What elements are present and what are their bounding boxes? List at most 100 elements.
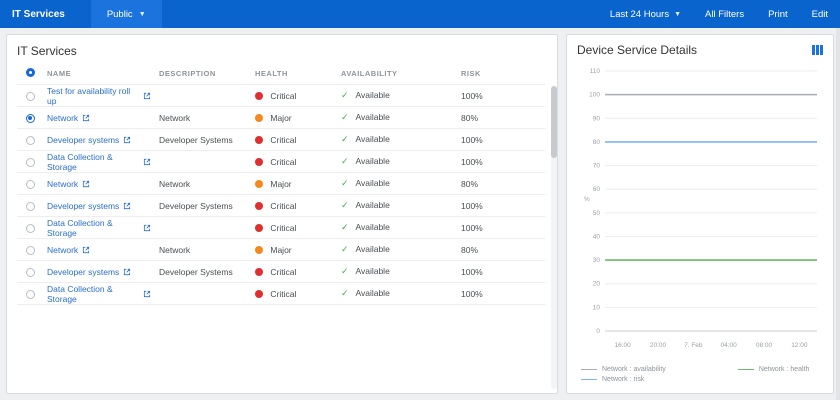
column-header-availability[interactable]: Availability xyxy=(337,62,457,85)
legend-item[interactable]: Network : health xyxy=(737,366,809,373)
svg-text:110: 110 xyxy=(590,68,601,75)
table-row[interactable]: Network Network Major ✓ Available 80% xyxy=(17,106,545,129)
print-button[interactable]: Print xyxy=(756,0,800,28)
health-label: Critical xyxy=(270,90,297,101)
risk-value: 100% xyxy=(457,216,545,239)
row-radio[interactable] xyxy=(25,135,35,145)
legend-swatch xyxy=(581,379,597,380)
health-status-icon xyxy=(255,157,263,166)
table-scrollbar[interactable] xyxy=(551,86,557,389)
column-header-health[interactable]: Health xyxy=(251,62,337,85)
legend-swatch xyxy=(737,369,754,370)
chart-legend: Network : availability Network : risk Netw… xyxy=(577,366,823,383)
row-radio[interactable] xyxy=(25,289,35,299)
risk-value: 80% xyxy=(457,172,545,195)
availability-label: Available xyxy=(355,200,390,210)
table-row[interactable]: Data Collection & Storage Critical ✓ Ava… xyxy=(17,216,545,239)
health-label: Critical xyxy=(270,200,297,211)
external-link-icon xyxy=(124,136,131,143)
svg-text:80: 80 xyxy=(593,139,601,146)
external-link-icon xyxy=(83,114,90,121)
service-link[interactable]: Developer systems xyxy=(47,267,131,277)
table-row[interactable]: Network Network Major ✓ Available 80% xyxy=(17,172,545,195)
all-filters-button[interactable]: All Filters xyxy=(693,0,756,28)
svg-text:10: 10 xyxy=(593,304,601,311)
table-row[interactable]: Data Collection & Storage Critical ✓ Ava… xyxy=(17,282,545,305)
svg-text:100: 100 xyxy=(589,92,600,99)
availability-label: Available xyxy=(355,134,390,144)
table-row[interactable]: Test for availability roll up Critical ✓… xyxy=(17,84,545,107)
external-link-icon xyxy=(143,290,151,297)
table-row[interactable]: Data Collection & Storage Critical ✓ Ava… xyxy=(17,150,545,173)
health-label: Major xyxy=(270,244,292,255)
grid-icon[interactable] xyxy=(812,45,823,55)
table-row[interactable]: Developer systems Developer Systems Crit… xyxy=(17,260,545,283)
service-link[interactable]: Data Collection & Storage xyxy=(47,284,151,304)
health-status-icon xyxy=(255,113,263,122)
svg-text:70: 70 xyxy=(593,163,601,170)
service-description: Developer Systems xyxy=(155,260,251,283)
row-radio[interactable] xyxy=(25,267,35,277)
availability-label: Available xyxy=(355,90,390,100)
check-icon: ✓ xyxy=(341,266,349,276)
service-link[interactable]: Developer systems xyxy=(47,135,131,145)
row-radio[interactable] xyxy=(25,201,35,211)
check-icon: ✓ xyxy=(341,134,349,144)
column-header-name[interactable]: Name xyxy=(43,62,155,85)
table-header-row: Name Description Health Availability Ris… xyxy=(17,62,545,85)
risk-value: 100% xyxy=(457,282,545,305)
legend-label: Network : availability xyxy=(602,366,666,373)
service-link[interactable]: Data Collection & Storage xyxy=(47,152,151,172)
health-status-icon xyxy=(255,267,263,276)
svg-text:90: 90 xyxy=(593,115,601,122)
service-description xyxy=(155,150,251,173)
row-radio[interactable] xyxy=(25,245,35,255)
health-label: Critical xyxy=(270,156,297,167)
svg-text:%: % xyxy=(584,196,590,203)
row-radio[interactable] xyxy=(25,179,35,189)
check-icon: ✓ xyxy=(341,156,349,166)
visibility-dropdown[interactable]: Public ▼ xyxy=(90,0,162,28)
column-header-description[interactable]: Description xyxy=(155,62,251,85)
row-radio[interactable] xyxy=(25,91,35,101)
legend-item[interactable]: Network : availability xyxy=(581,366,666,373)
service-name: Test for availability roll up xyxy=(47,85,131,106)
svg-text:40: 40 xyxy=(593,233,601,240)
edit-button[interactable]: Edit xyxy=(800,0,840,28)
service-link[interactable]: Network xyxy=(47,245,90,255)
service-link[interactable]: Network xyxy=(47,113,90,123)
table-row[interactable]: Developer systems Developer Systems Crit… xyxy=(17,128,545,151)
legend-item[interactable]: Network : risk xyxy=(581,376,666,383)
top-nav-bar: IT Services Public ▼ Last 24 Hours ▼ All… xyxy=(0,0,840,28)
service-description: Developer Systems xyxy=(155,194,251,217)
table-row[interactable]: Network Network Major ✓ Available 80% xyxy=(17,238,545,261)
svg-text:04:00: 04:00 xyxy=(721,342,738,349)
svg-text:12:00: 12:00 xyxy=(791,342,808,349)
time-range-dropdown[interactable]: Last 24 Hours ▼ xyxy=(598,0,693,28)
health-status-icon xyxy=(255,135,263,144)
check-icon: ✓ xyxy=(341,90,349,100)
table-scrollbar-thumb[interactable] xyxy=(551,86,557,158)
check-icon: ✓ xyxy=(341,200,349,210)
external-link-icon xyxy=(143,92,151,99)
service-link[interactable]: Test for availability roll up xyxy=(47,86,151,106)
service-name: Data Collection & Storage xyxy=(47,217,113,238)
check-icon: ✓ xyxy=(341,178,349,188)
service-link[interactable]: Data Collection & Storage xyxy=(47,218,151,238)
risk-value: 80% xyxy=(457,106,545,129)
service-link[interactable]: Developer systems xyxy=(47,201,131,211)
service-link[interactable]: Network xyxy=(47,179,90,189)
column-header-risk[interactable]: Risk xyxy=(457,62,545,85)
row-radio[interactable] xyxy=(25,223,35,233)
table-row[interactable]: Developer systems Developer Systems Crit… xyxy=(17,194,545,217)
row-radio[interactable] xyxy=(25,113,35,123)
svg-text:08:00: 08:00 xyxy=(756,342,773,349)
dashboard-body: IT Services Name Description Health Avai… xyxy=(0,28,840,400)
page-scrollbar[interactable] xyxy=(836,28,840,400)
health-label: Critical xyxy=(270,134,297,145)
availability-label: Available xyxy=(355,178,390,188)
row-radio[interactable] xyxy=(25,157,35,167)
select-all-icon[interactable] xyxy=(25,68,35,77)
health-status-icon xyxy=(255,223,263,232)
service-name: Network xyxy=(47,244,79,255)
